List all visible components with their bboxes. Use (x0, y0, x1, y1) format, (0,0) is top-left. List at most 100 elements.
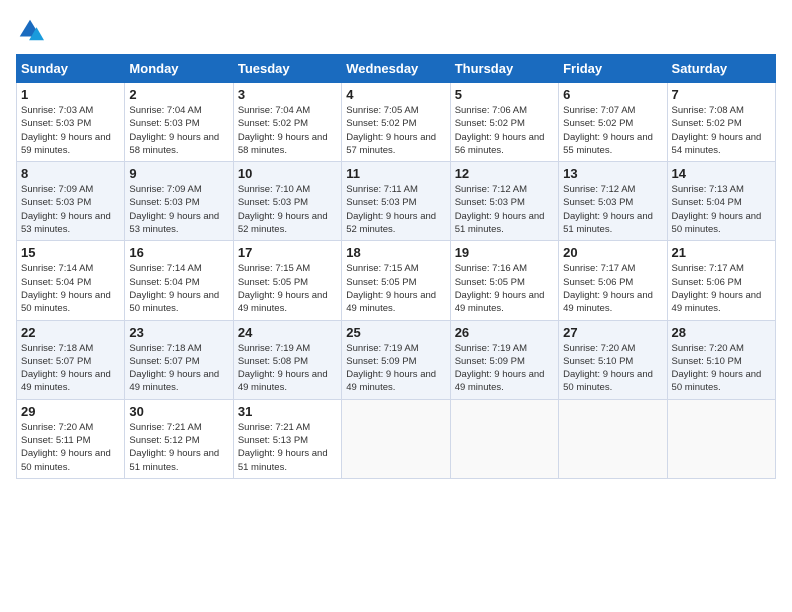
calendar-cell: 18 Sunrise: 7:15 AM Sunset: 5:05 PM Dayl… (342, 241, 450, 320)
day-number: 22 (21, 325, 120, 340)
weekday-header-row: SundayMondayTuesdayWednesdayThursdayFrid… (17, 55, 776, 83)
calendar-cell: 5 Sunrise: 7:06 AM Sunset: 5:02 PM Dayli… (450, 83, 558, 162)
weekday-header-tuesday: Tuesday (233, 55, 341, 83)
calendar-week-row: 22 Sunrise: 7:18 AM Sunset: 5:07 PM Dayl… (17, 320, 776, 399)
calendar-cell: 31 Sunrise: 7:21 AM Sunset: 5:13 PM Dayl… (233, 399, 341, 478)
day-info: Sunrise: 7:09 AM Sunset: 5:03 PM Dayligh… (21, 183, 120, 236)
day-number: 10 (238, 166, 337, 181)
day-info: Sunrise: 7:12 AM Sunset: 5:03 PM Dayligh… (455, 183, 554, 236)
calendar-week-row: 29 Sunrise: 7:20 AM Sunset: 5:11 PM Dayl… (17, 399, 776, 478)
day-number: 26 (455, 325, 554, 340)
day-number: 27 (563, 325, 662, 340)
day-number: 13 (563, 166, 662, 181)
day-number: 4 (346, 87, 445, 102)
day-number: 31 (238, 404, 337, 419)
day-info: Sunrise: 7:17 AM Sunset: 5:06 PM Dayligh… (672, 262, 771, 315)
day-number: 20 (563, 245, 662, 260)
calendar-cell: 15 Sunrise: 7:14 AM Sunset: 5:04 PM Dayl… (17, 241, 125, 320)
calendar-cell: 10 Sunrise: 7:10 AM Sunset: 5:03 PM Dayl… (233, 162, 341, 241)
day-number: 11 (346, 166, 445, 181)
weekday-header-saturday: Saturday (667, 55, 775, 83)
calendar-cell: 26 Sunrise: 7:19 AM Sunset: 5:09 PM Dayl… (450, 320, 558, 399)
weekday-header-friday: Friday (559, 55, 667, 83)
day-info: Sunrise: 7:14 AM Sunset: 5:04 PM Dayligh… (21, 262, 120, 315)
day-info: Sunrise: 7:15 AM Sunset: 5:05 PM Dayligh… (238, 262, 337, 315)
day-info: Sunrise: 7:20 AM Sunset: 5:10 PM Dayligh… (672, 342, 771, 395)
day-number: 7 (672, 87, 771, 102)
day-number: 8 (21, 166, 120, 181)
calendar-cell (559, 399, 667, 478)
calendar-cell: 29 Sunrise: 7:20 AM Sunset: 5:11 PM Dayl… (17, 399, 125, 478)
calendar-cell: 27 Sunrise: 7:20 AM Sunset: 5:10 PM Dayl… (559, 320, 667, 399)
logo (16, 16, 48, 44)
calendar-cell: 4 Sunrise: 7:05 AM Sunset: 5:02 PM Dayli… (342, 83, 450, 162)
day-info: Sunrise: 7:20 AM Sunset: 5:10 PM Dayligh… (563, 342, 662, 395)
page-header (16, 16, 776, 44)
calendar-cell: 1 Sunrise: 7:03 AM Sunset: 5:03 PM Dayli… (17, 83, 125, 162)
calendar-cell: 21 Sunrise: 7:17 AM Sunset: 5:06 PM Dayl… (667, 241, 775, 320)
calendar-cell: 12 Sunrise: 7:12 AM Sunset: 5:03 PM Dayl… (450, 162, 558, 241)
day-number: 21 (672, 245, 771, 260)
calendar-cell: 6 Sunrise: 7:07 AM Sunset: 5:02 PM Dayli… (559, 83, 667, 162)
day-info: Sunrise: 7:06 AM Sunset: 5:02 PM Dayligh… (455, 104, 554, 157)
day-number: 29 (21, 404, 120, 419)
calendar-cell: 23 Sunrise: 7:18 AM Sunset: 5:07 PM Dayl… (125, 320, 233, 399)
day-info: Sunrise: 7:07 AM Sunset: 5:02 PM Dayligh… (563, 104, 662, 157)
day-info: Sunrise: 7:10 AM Sunset: 5:03 PM Dayligh… (238, 183, 337, 236)
day-number: 2 (129, 87, 228, 102)
day-info: Sunrise: 7:13 AM Sunset: 5:04 PM Dayligh… (672, 183, 771, 236)
calendar-cell: 30 Sunrise: 7:21 AM Sunset: 5:12 PM Dayl… (125, 399, 233, 478)
day-info: Sunrise: 7:20 AM Sunset: 5:11 PM Dayligh… (21, 421, 120, 474)
day-info: Sunrise: 7:21 AM Sunset: 5:12 PM Dayligh… (129, 421, 228, 474)
day-info: Sunrise: 7:15 AM Sunset: 5:05 PM Dayligh… (346, 262, 445, 315)
day-info: Sunrise: 7:19 AM Sunset: 5:09 PM Dayligh… (346, 342, 445, 395)
day-info: Sunrise: 7:21 AM Sunset: 5:13 PM Dayligh… (238, 421, 337, 474)
calendar-week-row: 1 Sunrise: 7:03 AM Sunset: 5:03 PM Dayli… (17, 83, 776, 162)
calendar-cell: 9 Sunrise: 7:09 AM Sunset: 5:03 PM Dayli… (125, 162, 233, 241)
day-number: 23 (129, 325, 228, 340)
day-info: Sunrise: 7:14 AM Sunset: 5:04 PM Dayligh… (129, 262, 228, 315)
calendar-cell: 22 Sunrise: 7:18 AM Sunset: 5:07 PM Dayl… (17, 320, 125, 399)
day-info: Sunrise: 7:04 AM Sunset: 5:03 PM Dayligh… (129, 104, 228, 157)
day-number: 1 (21, 87, 120, 102)
day-number: 3 (238, 87, 337, 102)
logo-icon (16, 16, 44, 44)
calendar-cell: 8 Sunrise: 7:09 AM Sunset: 5:03 PM Dayli… (17, 162, 125, 241)
calendar-cell: 13 Sunrise: 7:12 AM Sunset: 5:03 PM Dayl… (559, 162, 667, 241)
day-number: 9 (129, 166, 228, 181)
calendar-cell: 19 Sunrise: 7:16 AM Sunset: 5:05 PM Dayl… (450, 241, 558, 320)
calendar-cell: 14 Sunrise: 7:13 AM Sunset: 5:04 PM Dayl… (667, 162, 775, 241)
calendar-cell: 16 Sunrise: 7:14 AM Sunset: 5:04 PM Dayl… (125, 241, 233, 320)
day-number: 30 (129, 404, 228, 419)
calendar-week-row: 15 Sunrise: 7:14 AM Sunset: 5:04 PM Dayl… (17, 241, 776, 320)
calendar-table: SundayMondayTuesdayWednesdayThursdayFrid… (16, 54, 776, 479)
day-number: 17 (238, 245, 337, 260)
day-number: 28 (672, 325, 771, 340)
day-number: 15 (21, 245, 120, 260)
day-info: Sunrise: 7:03 AM Sunset: 5:03 PM Dayligh… (21, 104, 120, 157)
day-info: Sunrise: 7:17 AM Sunset: 5:06 PM Dayligh… (563, 262, 662, 315)
day-number: 6 (563, 87, 662, 102)
calendar-cell: 11 Sunrise: 7:11 AM Sunset: 5:03 PM Dayl… (342, 162, 450, 241)
day-info: Sunrise: 7:11 AM Sunset: 5:03 PM Dayligh… (346, 183, 445, 236)
calendar-cell: 25 Sunrise: 7:19 AM Sunset: 5:09 PM Dayl… (342, 320, 450, 399)
calendar-week-row: 8 Sunrise: 7:09 AM Sunset: 5:03 PM Dayli… (17, 162, 776, 241)
day-number: 24 (238, 325, 337, 340)
day-info: Sunrise: 7:08 AM Sunset: 5:02 PM Dayligh… (672, 104, 771, 157)
calendar-cell: 20 Sunrise: 7:17 AM Sunset: 5:06 PM Dayl… (559, 241, 667, 320)
weekday-header-monday: Monday (125, 55, 233, 83)
weekday-header-thursday: Thursday (450, 55, 558, 83)
calendar-cell (450, 399, 558, 478)
calendar-cell: 24 Sunrise: 7:19 AM Sunset: 5:08 PM Dayl… (233, 320, 341, 399)
day-number: 12 (455, 166, 554, 181)
day-number: 16 (129, 245, 228, 260)
day-number: 5 (455, 87, 554, 102)
day-number: 25 (346, 325, 445, 340)
calendar-cell: 28 Sunrise: 7:20 AM Sunset: 5:10 PM Dayl… (667, 320, 775, 399)
day-info: Sunrise: 7:04 AM Sunset: 5:02 PM Dayligh… (238, 104, 337, 157)
day-info: Sunrise: 7:09 AM Sunset: 5:03 PM Dayligh… (129, 183, 228, 236)
weekday-header-sunday: Sunday (17, 55, 125, 83)
calendar-cell (342, 399, 450, 478)
calendar-cell: 7 Sunrise: 7:08 AM Sunset: 5:02 PM Dayli… (667, 83, 775, 162)
calendar-cell (667, 399, 775, 478)
